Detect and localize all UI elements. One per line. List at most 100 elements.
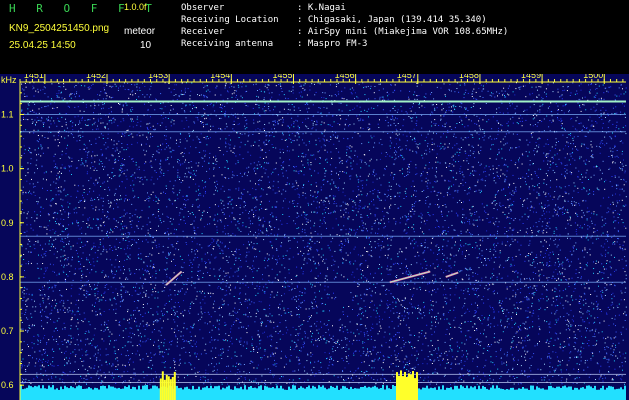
noise-dot (347, 254, 349, 256)
noise-dot (419, 313, 421, 314)
noise-dot (40, 89, 42, 91)
noise-dot (570, 324, 572, 326)
noise-dot (22, 383, 24, 384)
noise-dot (547, 355, 549, 357)
noise-dot (296, 120, 298, 122)
noise-dot (415, 196, 417, 197)
noise-dot (113, 140, 115, 142)
noise-dot (554, 191, 556, 192)
noise-dot (359, 307, 361, 309)
noise-dot (102, 134, 104, 136)
noise-dot (438, 191, 440, 193)
noise-dot (555, 368, 557, 370)
noise-dot (577, 349, 579, 351)
noise-dot (337, 123, 339, 124)
noise-dot (446, 110, 447, 112)
noise-dot (79, 261, 81, 263)
noise-dot (307, 379, 309, 381)
noise-dot (552, 366, 553, 368)
noise-dot (90, 199, 92, 201)
noise-dot (606, 231, 608, 233)
noise-dot (85, 296, 87, 298)
noise-dot (343, 214, 345, 216)
noise-dot (239, 292, 241, 294)
noise-dot (336, 115, 338, 116)
noise-dot (189, 259, 191, 261)
noise-dot (284, 277, 286, 279)
noise-dot (62, 209, 64, 211)
noise-dot (275, 121, 276, 123)
noise-dot (601, 331, 603, 333)
noise-dot (577, 356, 579, 358)
noise-dot (260, 147, 262, 149)
noise-dot (197, 275, 198, 276)
noise-dot (516, 344, 518, 346)
noise-dot (58, 273, 60, 275)
noise-dot (30, 382, 32, 384)
noise-dot (448, 106, 450, 108)
noise-dot (589, 226, 591, 228)
noise-dot (557, 360, 559, 362)
noise-dot (602, 160, 604, 162)
noise-dot (191, 82, 193, 84)
noise-dot (393, 122, 395, 124)
noise-dot (81, 159, 83, 161)
noise-dot (224, 227, 226, 229)
noise-dot (147, 229, 149, 231)
noise-dot (378, 127, 380, 128)
noise-dot (458, 250, 459, 252)
noise-dot (99, 308, 101, 310)
noise-dot (47, 288, 49, 290)
noise-dot (262, 108, 264, 110)
noise-dot (459, 173, 461, 174)
noise-dot (258, 145, 260, 147)
noise-dot (574, 378, 576, 380)
noise-dot (332, 339, 334, 341)
noise-dot (511, 257, 513, 259)
noise-dot (221, 249, 223, 251)
noise-dot (593, 193, 595, 195)
noise-dot (305, 197, 307, 199)
noise-dot (524, 296, 526, 298)
noise-dot (150, 133, 152, 135)
noise-dot (568, 193, 570, 195)
noise-dot (471, 234, 473, 235)
noise-dot (619, 214, 621, 215)
noise-dot (622, 142, 624, 144)
noise-dot (65, 229, 66, 230)
noise-dot (568, 265, 570, 267)
noise-dot (62, 295, 64, 297)
noise-dot (464, 258, 466, 259)
noise-dot (203, 108, 205, 110)
noise-dot (224, 87, 226, 89)
noise-dot (433, 252, 435, 254)
noise-dot (591, 222, 593, 224)
noise-dot (211, 242, 213, 244)
noise-dot (567, 86, 569, 88)
noise-dot (399, 222, 401, 224)
noise-dot (553, 232, 555, 234)
noise-dot (28, 327, 30, 329)
noise-dot (547, 160, 549, 162)
noise-dot (398, 315, 400, 317)
noise-dot (414, 210, 416, 212)
noise-dot (395, 306, 397, 308)
noise-dot (621, 379, 623, 381)
noise-dot (27, 162, 29, 164)
noise-dot (408, 364, 410, 366)
noise-dot (120, 223, 122, 225)
noise-dot (489, 378, 491, 380)
noise-dot (105, 348, 107, 350)
noise-dot (265, 169, 267, 171)
noise-dot (102, 200, 104, 202)
noise-dot (549, 341, 551, 342)
noise-dot (172, 166, 174, 168)
noise-dot (387, 125, 389, 127)
noise-dot (280, 246, 282, 248)
noise-dot (370, 302, 372, 303)
noise-dot (142, 287, 144, 289)
noise-dot (564, 191, 566, 193)
noise-dot (336, 137, 338, 139)
noise-dot (586, 218, 588, 220)
noise-dot (317, 196, 318, 198)
